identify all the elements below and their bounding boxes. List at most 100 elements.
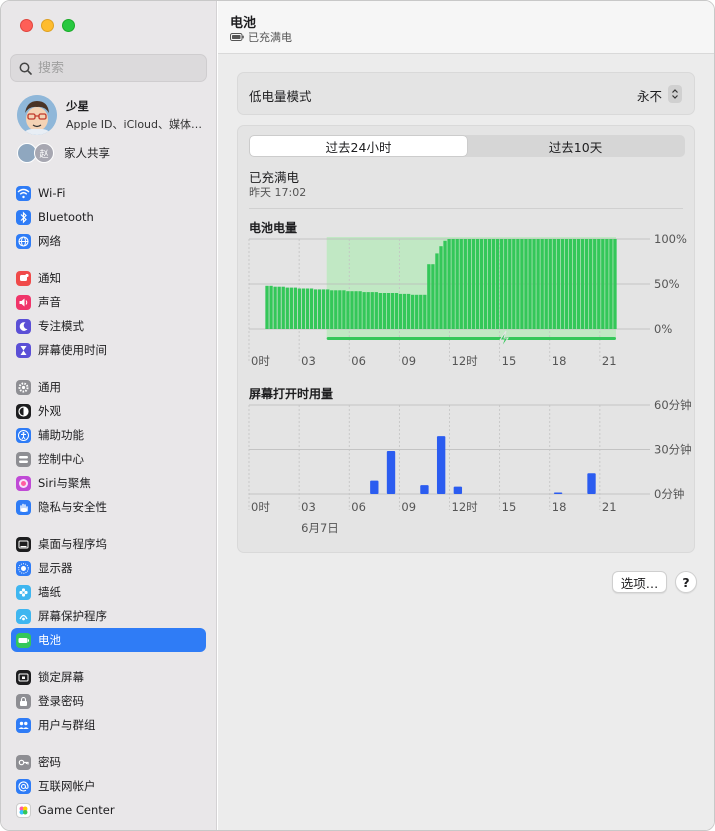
sidebar-item-bluetooth[interactable]: Bluetooth xyxy=(11,205,206,229)
battery-bar xyxy=(471,239,476,329)
screen-x-tick-label: 06 xyxy=(351,500,366,514)
low-power-mode-popup[interactable] xyxy=(668,85,682,103)
sidebar-item-bell[interactable]: 通知 xyxy=(11,266,206,290)
battery-bar xyxy=(580,239,585,329)
battery-bar xyxy=(366,292,370,329)
sidebar-item-label: 专注模式 xyxy=(38,319,84,333)
battery-bar xyxy=(564,239,569,329)
battery-bar xyxy=(313,289,318,329)
family-sharing[interactable]: 赵 家人共享 xyxy=(17,143,110,163)
sidebar-item-flower[interactable]: 墙纸 xyxy=(11,580,206,604)
sidebar-item-users[interactable]: 用户与群组 xyxy=(11,713,206,737)
sidebar-item-hourglass[interactable]: 屏幕使用时间 xyxy=(11,338,206,362)
battery-bar xyxy=(520,239,524,329)
header: 电池 已充满电 xyxy=(218,1,714,54)
battery-status-text: 已充满电 xyxy=(248,31,292,44)
options-button[interactable]: 选项… xyxy=(612,571,667,593)
sidebar-item-screensaver[interactable]: 屏幕保护程序 xyxy=(11,604,206,628)
sidebar-item-label: Wi-Fi xyxy=(38,186,66,200)
low-power-mode-label: 低电量模式 xyxy=(249,89,312,104)
sidebar-item-control-center[interactable]: 控制中心 xyxy=(11,447,206,471)
screen-x-tick-label: 12时 xyxy=(452,500,479,514)
battery-bar xyxy=(289,287,293,329)
screen-usage-bar xyxy=(587,473,596,494)
sidebar-item-battery[interactable]: 电池 xyxy=(11,628,206,652)
battery-x-tick-label: 06 xyxy=(351,354,366,368)
battery-bar xyxy=(475,239,480,329)
sidebar-item-label: 密码 xyxy=(38,755,61,769)
sidebar-item-speaker[interactable]: 声音 xyxy=(11,290,206,314)
zoom-window-button[interactable] xyxy=(62,19,75,32)
battery-bar xyxy=(500,239,504,329)
battery-bar xyxy=(415,294,419,329)
battery-bar xyxy=(431,264,435,329)
sidebar-item-wifi[interactable]: Wi-Fi xyxy=(11,181,206,205)
battery-bar xyxy=(269,285,273,329)
screen-x-tick-label: 21 xyxy=(602,500,617,514)
battery-bar xyxy=(427,264,431,329)
battery-bar xyxy=(342,290,346,329)
battery-bar xyxy=(358,291,362,329)
battery-x-tick-label: 18 xyxy=(552,354,567,368)
sidebar-item-globe[interactable]: 网络 xyxy=(11,229,206,253)
speaker-icon xyxy=(16,294,31,310)
sidebar-item-game-center[interactable]: Game Center xyxy=(11,798,206,822)
battery-bar xyxy=(536,239,540,329)
sidebar-item-hand[interactable]: 隐私与安全性 xyxy=(11,495,206,519)
battery-bar xyxy=(548,239,552,329)
battery-bar xyxy=(532,239,536,329)
battery-bar xyxy=(463,239,467,329)
battery-bar xyxy=(552,239,556,329)
search-input[interactable] xyxy=(38,60,188,76)
sidebar-item-key[interactable]: 密码 xyxy=(11,750,206,774)
battery-bar xyxy=(605,239,609,329)
battery-bar xyxy=(479,239,484,329)
sidebar-item-label: 声音 xyxy=(38,295,61,309)
sidebar-item-moon[interactable]: 专注模式 xyxy=(11,314,206,338)
moon-icon xyxy=(16,318,31,334)
sidebar-group: 通用外观辅助功能控制中心 Siri与聚焦隐私与安全性 xyxy=(11,375,206,519)
sidebar-item-at[interactable]: 互联网帐户 xyxy=(11,774,206,798)
accessibility-icon xyxy=(16,427,31,443)
sidebar-item-lock[interactable]: 登录密码 xyxy=(11,689,206,713)
battery-bar xyxy=(406,293,411,329)
sidebar-item-siri[interactable]: Siri与聚焦 xyxy=(11,471,206,495)
bell-icon xyxy=(16,270,31,286)
dock-icon xyxy=(16,536,31,552)
battery-bar xyxy=(297,288,302,329)
sidebar-item-lock-screen[interactable]: 锁定屏幕 xyxy=(11,665,206,689)
screen-x-tick-label: 0时 xyxy=(251,500,270,514)
battery-bar xyxy=(402,293,407,329)
battery-bar xyxy=(317,289,322,329)
battery-bar xyxy=(447,239,451,329)
sidebar-group: 密码互联网帐户 Game Center xyxy=(11,750,206,822)
battery-bar xyxy=(378,293,382,329)
close-window-button[interactable] xyxy=(20,19,33,32)
sidebar-item-label: 辅助功能 xyxy=(38,428,84,442)
battery-bar xyxy=(423,294,427,329)
search-field[interactable] xyxy=(10,54,207,82)
battery-bar xyxy=(334,290,338,329)
battery-bar xyxy=(443,240,447,329)
sidebar-item-dock[interactable]: 桌面与程序坞 xyxy=(11,532,206,556)
battery-bar xyxy=(265,285,269,329)
sidebar-item-label: 显示器 xyxy=(38,561,73,575)
search-icon xyxy=(19,62,32,75)
screen-usage-bar xyxy=(436,436,446,494)
sidebar-item-appearance[interactable]: 外观 xyxy=(11,399,206,423)
sidebar-item-label: 登录密码 xyxy=(38,694,84,708)
sidebar-item-sun[interactable]: 显示器 xyxy=(11,556,206,580)
sidebar-item-label: 通用 xyxy=(38,380,61,394)
sidebar-item-label: 互联网帐户 xyxy=(38,779,96,793)
charging-band xyxy=(326,237,616,339)
minimize-window-button[interactable] xyxy=(41,19,54,32)
apple-id-profile[interactable]: 少星 Apple ID、iCloud、媒体… xyxy=(17,95,202,135)
sidebar-item-label: 隐私与安全性 xyxy=(38,500,107,514)
help-button[interactable]: ? xyxy=(675,571,697,593)
battery-bar xyxy=(459,239,463,329)
sidebar-item-gear[interactable]: 通用 xyxy=(11,375,206,399)
at-icon xyxy=(16,778,31,794)
low-power-mode-row: 低电量模式 永不 xyxy=(237,72,695,115)
sidebar-item-accessibility[interactable]: 辅助功能 xyxy=(11,423,206,447)
low-power-mode-value[interactable]: 永不 xyxy=(637,86,662,105)
